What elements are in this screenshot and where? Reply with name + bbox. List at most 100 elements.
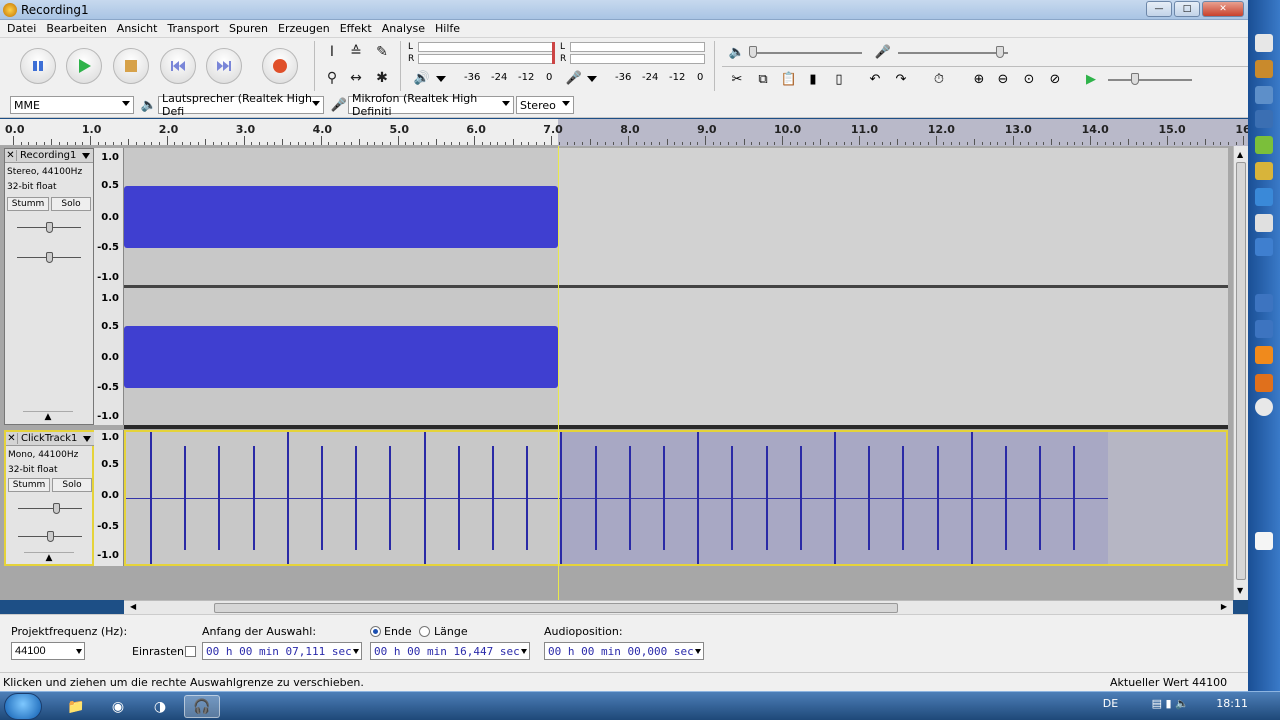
- play-button[interactable]: [66, 48, 102, 84]
- menu-ansicht[interactable]: Ansicht: [113, 22, 164, 35]
- close-button[interactable]: ✕: [1202, 1, 1244, 17]
- dock-app-icon[interactable]: [1255, 136, 1273, 154]
- length-radio[interactable]: [419, 626, 430, 637]
- dock-bird-icon[interactable]: [1255, 294, 1273, 312]
- channels-select[interactable]: Stereo: [516, 96, 574, 114]
- dock-chrome-icon[interactable]: [1255, 398, 1273, 416]
- tray-icons[interactable]: ▤ ▮ 🔈: [1152, 697, 1189, 710]
- copy-icon[interactable]: ⧉: [752, 68, 774, 90]
- browser-icon[interactable]: ◑: [142, 695, 178, 718]
- track-name[interactable]: Recording1: [17, 150, 82, 161]
- menu-erzeugen[interactable]: Erzeugen: [274, 22, 336, 35]
- gain-slider[interactable]: [18, 508, 82, 509]
- menu-transport[interactable]: Transport: [163, 22, 225, 35]
- pan-thumb[interactable]: [47, 531, 54, 542]
- dock-bird2-icon[interactable]: [1255, 320, 1273, 338]
- paste-icon[interactable]: 📋: [778, 68, 800, 90]
- selection-tool-icon[interactable]: I: [322, 42, 342, 62]
- dock-vlc-icon[interactable]: [1255, 346, 1273, 364]
- playback-meter-left[interactable]: [418, 42, 553, 52]
- scroll-up-icon[interactable]: ▲: [1237, 150, 1243, 159]
- track-menu-icon[interactable]: [83, 435, 91, 442]
- start-button[interactable]: [4, 693, 42, 720]
- playback-meter-dropdown[interactable]: [436, 76, 446, 82]
- multi-tool-icon[interactable]: ✱: [372, 68, 392, 88]
- dock-document-icon[interactable]: [1255, 34, 1273, 52]
- scroll-right-icon[interactable]: ▶: [1221, 602, 1227, 611]
- audacity-taskbar-icon[interactable]: 🎧: [184, 695, 220, 718]
- language-indicator[interactable]: DE: [1103, 697, 1118, 710]
- horizontal-scrollbar[interactable]: ◀ ▶: [124, 600, 1233, 614]
- collapse-track-icon[interactable]: ▲: [23, 411, 73, 423]
- project-rate-select[interactable]: 44100: [11, 642, 85, 660]
- menu-spuren[interactable]: Spuren: [225, 22, 274, 35]
- dock-ball-icon[interactable]: [1255, 214, 1273, 232]
- track-name[interactable]: ClickTrack1: [18, 433, 83, 444]
- menu-datei[interactable]: Datei: [3, 22, 42, 35]
- fit-selection-icon[interactable]: ⊙: [1018, 68, 1040, 90]
- playback-meter-right[interactable]: [418, 54, 553, 64]
- scroll-left-icon[interactable]: ◀: [130, 602, 136, 611]
- zoom-tool-icon[interactable]: ⚲: [322, 68, 342, 88]
- vertical-scrollbar[interactable]: ▲ ▼: [1233, 146, 1248, 600]
- zoom-in-icon[interactable]: ⊕: [968, 68, 990, 90]
- clicktrack-waveform[interactable]: [124, 430, 1228, 566]
- dock-3d-icon[interactable]: [1255, 162, 1273, 180]
- host-select[interactable]: MME: [10, 96, 134, 114]
- track-panel-clicktrack1[interactable]: ✕ ClickTrack1 Mono, 44100Hz 32-bit float…: [4, 430, 94, 566]
- fit-project-icon[interactable]: ⊘: [1044, 68, 1066, 90]
- draw-tool-icon[interactable]: ✎: [372, 42, 392, 62]
- skip-start-button[interactable]: [160, 48, 196, 84]
- record-meter-right[interactable]: [570, 54, 705, 64]
- dock-monitor-icon[interactable]: [1255, 110, 1273, 128]
- explorer-icon[interactable]: 📁: [58, 695, 94, 718]
- menu-analyse[interactable]: Analyse: [378, 22, 431, 35]
- undo-icon[interactable]: ↶: [864, 68, 886, 90]
- channel-left-waveform[interactable]: [124, 148, 1228, 285]
- mute-button[interactable]: Stumm: [7, 197, 49, 211]
- output-device-select[interactable]: Lautsprecher (Realtek High Defi: [158, 92, 324, 118]
- collapse-track-icon[interactable]: ▲: [24, 552, 74, 564]
- track-menu-icon[interactable]: [82, 152, 90, 159]
- zoom-out-icon[interactable]: ⊖: [992, 68, 1014, 90]
- minimize-button[interactable]: —: [1146, 1, 1172, 17]
- end-radio[interactable]: [370, 626, 381, 637]
- snap-checkbox[interactable]: [185, 646, 196, 657]
- gain-thumb[interactable]: [46, 222, 53, 233]
- cut-icon[interactable]: ✂: [726, 68, 748, 90]
- play-at-speed-icon[interactable]: ▶: [1080, 68, 1102, 90]
- gain-thumb[interactable]: [53, 503, 60, 514]
- speaker-icon[interactable]: 🔊: [411, 67, 433, 89]
- menu-hilfe[interactable]: Hilfe: [431, 22, 466, 35]
- solo-button[interactable]: Solo: [52, 478, 92, 492]
- output-volume-thumb[interactable]: [749, 46, 757, 58]
- input-volume-thumb[interactable]: [996, 46, 1004, 58]
- input-volume-slider[interactable]: [898, 52, 1008, 54]
- timeline-ruler[interactable]: 0.0 1.0 2.0 3.0 4.0 5.0 6.0 7.0 8.0 9.0 10.0 11.0 12…: [0, 119, 1263, 146]
- selection-start-time[interactable]: 00 h 00 min 07,111 sec: [202, 642, 362, 660]
- clock[interactable]: 18:11: [1216, 697, 1248, 710]
- play-speed-thumb[interactable]: [1131, 73, 1139, 85]
- stop-button[interactable]: [113, 48, 149, 84]
- dock-globe-icon[interactable]: [1255, 238, 1273, 256]
- sync-lock-icon[interactable]: ⏱: [928, 68, 950, 90]
- record-meter-dropdown[interactable]: [587, 76, 597, 82]
- selection-end-time[interactable]: 00 h 00 min 16,447 sec: [370, 642, 530, 660]
- media-player-icon[interactable]: ◉: [100, 695, 136, 718]
- output-volume-slider[interactable]: [752, 52, 862, 54]
- skip-end-button[interactable]: [206, 48, 242, 84]
- maximize-button[interactable]: □: [1174, 1, 1200, 17]
- microphone-icon[interactable]: 🎤: [563, 67, 585, 89]
- menu-effekt[interactable]: Effekt: [336, 22, 378, 35]
- envelope-tool-icon[interactable]: ≙: [346, 42, 366, 62]
- input-device-select[interactable]: Mikrofon (Realtek High Definiti: [348, 92, 514, 118]
- dock-folder-icon[interactable]: [1255, 60, 1273, 78]
- audio-position-time[interactable]: 00 h 00 min 00,000 sec: [544, 642, 704, 660]
- silence-icon[interactable]: ▯: [828, 68, 850, 90]
- close-track-icon[interactable]: ✕: [5, 150, 17, 161]
- dock-firefox-icon[interactable]: [1255, 374, 1273, 392]
- mute-button[interactable]: Stumm: [8, 478, 50, 492]
- track-panel-recording1[interactable]: ✕ Recording1 Stereo, 44100Hz 32-bit floa…: [4, 148, 94, 425]
- record-button[interactable]: [262, 48, 298, 84]
- solo-button[interactable]: Solo: [51, 197, 91, 211]
